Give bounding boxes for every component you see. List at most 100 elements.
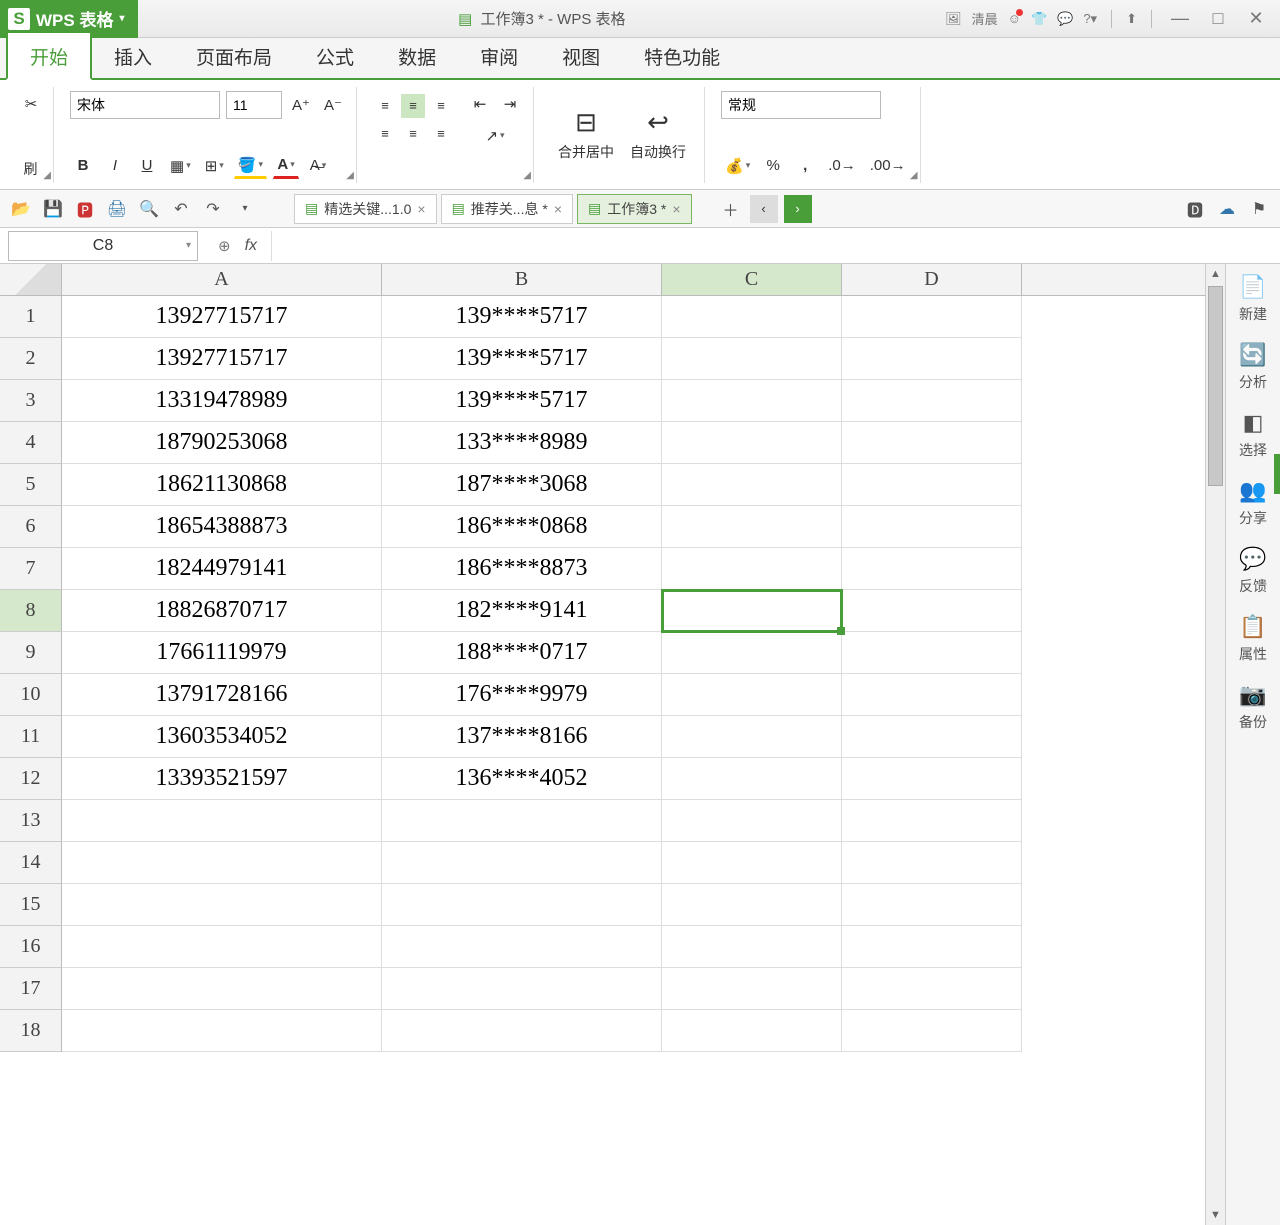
row-header[interactable]: 11 <box>0 716 62 758</box>
tab-nav-right[interactable]: › <box>784 195 812 223</box>
cell[interactable] <box>662 758 842 800</box>
row-header[interactable]: 16 <box>0 926 62 968</box>
clear-format-button[interactable]: A̶ <box>305 153 331 179</box>
cell[interactable] <box>662 422 842 464</box>
cell[interactable] <box>662 548 842 590</box>
cell[interactable] <box>662 1010 842 1052</box>
cell[interactable]: 182****9141 <box>382 590 662 632</box>
qat-more-icon[interactable]: ▾ <box>232 196 258 222</box>
cell[interactable]: 186****0868 <box>382 506 662 548</box>
menu-tab-0[interactable]: 开始 <box>6 31 92 80</box>
side-panel-新建[interactable]: 📄新建 <box>1239 274 1267 324</box>
doc-tab-close[interactable]: × <box>554 201 562 217</box>
decrease-decimal-button[interactable]: .00→ <box>866 153 910 179</box>
row-header[interactable]: 13 <box>0 800 62 842</box>
row-header[interactable]: 9 <box>0 632 62 674</box>
cell[interactable] <box>662 926 842 968</box>
cell[interactable]: 18654388873 <box>62 506 382 548</box>
orientation-button[interactable]: ↗ <box>467 123 523 149</box>
formula-input[interactable] <box>271 231 1280 261</box>
doc-tab-2[interactable]: ▤工作簿3 *× <box>577 194 692 224</box>
row-header[interactable]: 2 <box>0 338 62 380</box>
cell[interactable] <box>62 926 382 968</box>
align-top-left[interactable]: ≡ <box>373 94 397 118</box>
row-header[interactable]: 12 <box>0 758 62 800</box>
side-panel-分析[interactable]: 🔄分析 <box>1239 342 1267 392</box>
row-header[interactable]: 4 <box>0 422 62 464</box>
cell[interactable] <box>842 968 1022 1010</box>
col-header-B[interactable]: B <box>382 264 662 295</box>
increase-font-button[interactable]: A⁺ <box>288 92 314 118</box>
cell[interactable]: 139****5717 <box>382 380 662 422</box>
row-header[interactable]: 3 <box>0 380 62 422</box>
d-icon[interactable]: 🅳 <box>1182 196 1208 222</box>
cell[interactable] <box>662 632 842 674</box>
tshirt-icon[interactable]: 👕 <box>1031 11 1047 27</box>
maximize-button[interactable]: □ <box>1204 8 1232 29</box>
cell[interactable] <box>842 506 1022 548</box>
cell[interactable]: 13927715717 <box>62 338 382 380</box>
menu-tab-3[interactable]: 公式 <box>294 33 376 78</box>
user-label[interactable]: 清晨 <box>972 9 998 28</box>
row-header[interactable]: 7 <box>0 548 62 590</box>
cell[interactable] <box>842 338 1022 380</box>
cell[interactable] <box>842 926 1022 968</box>
align-top-center[interactable]: ≡ <box>401 94 425 118</box>
wrap-text-button[interactable]: ↩ 自动换行 <box>622 91 694 179</box>
cell[interactable]: 186****8873 <box>382 548 662 590</box>
side-panel-属性[interactable]: 📋属性 <box>1239 614 1267 664</box>
align-bottom-right[interactable]: ≡ <box>429 122 453 146</box>
doc-tab-close[interactable]: × <box>417 201 425 217</box>
align-bottom-center[interactable]: ≡ <box>401 122 425 146</box>
cell[interactable]: 187****3068 <box>382 464 662 506</box>
cell[interactable]: 136****4052 <box>382 758 662 800</box>
cell[interactable] <box>382 884 662 926</box>
border-style-button[interactable]: ⊞ <box>201 153 228 179</box>
font-size-select[interactable] <box>226 91 282 119</box>
cell[interactable] <box>62 800 382 842</box>
side-panel-分享[interactable]: 👥分享 <box>1239 478 1267 528</box>
cell[interactable]: 18621130868 <box>62 464 382 506</box>
cell[interactable] <box>842 380 1022 422</box>
cell[interactable]: 188****0717 <box>382 632 662 674</box>
cell[interactable] <box>382 842 662 884</box>
cell[interactable] <box>62 842 382 884</box>
cell[interactable] <box>842 632 1022 674</box>
col-header-D[interactable]: D <box>842 264 1022 295</box>
menu-tab-7[interactable]: 特色功能 <box>622 33 742 78</box>
decrease-font-button[interactable]: A⁻ <box>320 92 346 118</box>
add-tab-button[interactable]: ＋ <box>718 196 744 222</box>
menu-tab-6[interactable]: 视图 <box>540 33 622 78</box>
number-launcher-icon[interactable]: ◢ <box>910 170 918 181</box>
select-all-corner[interactable] <box>0 264 62 295</box>
font-launcher-icon[interactable]: ◢ <box>346 170 354 181</box>
cell[interactable]: 13927715717 <box>62 296 382 338</box>
cell[interactable]: 13603534052 <box>62 716 382 758</box>
cell[interactable] <box>842 548 1022 590</box>
cell[interactable]: 17661119979 <box>62 632 382 674</box>
cell[interactable] <box>382 968 662 1010</box>
row-header[interactable]: 14 <box>0 842 62 884</box>
zoom-fx-icon[interactable]: ⊕ <box>218 237 231 255</box>
doc-tab-0[interactable]: ▤精选关键...1.0× <box>294 194 437 224</box>
increase-decimal-button[interactable]: .0→ <box>824 153 860 179</box>
row-header[interactable]: 6 <box>0 506 62 548</box>
col-header-A[interactable]: A <box>62 264 382 295</box>
pdf-button[interactable]: 🅿 <box>72 196 98 222</box>
cell[interactable] <box>662 296 842 338</box>
cell[interactable] <box>662 716 842 758</box>
bold-button[interactable]: B <box>70 153 96 179</box>
flag-icon[interactable]: ⚑ <box>1246 196 1272 222</box>
redo-button[interactable]: ↷ <box>200 196 226 222</box>
cell[interactable] <box>842 464 1022 506</box>
cell[interactable] <box>62 968 382 1010</box>
percent-button[interactable]: % <box>760 153 786 179</box>
help-icon[interactable]: ?▾ <box>1083 11 1097 27</box>
underline-button[interactable]: U <box>134 153 160 179</box>
cell[interactable]: 133****8989 <box>382 422 662 464</box>
cell[interactable] <box>842 884 1022 926</box>
row-header[interactable]: 8 <box>0 590 62 632</box>
menu-tab-4[interactable]: 数据 <box>376 33 458 78</box>
cell[interactable] <box>62 1010 382 1052</box>
print-preview-button[interactable]: 🔍 <box>136 196 162 222</box>
